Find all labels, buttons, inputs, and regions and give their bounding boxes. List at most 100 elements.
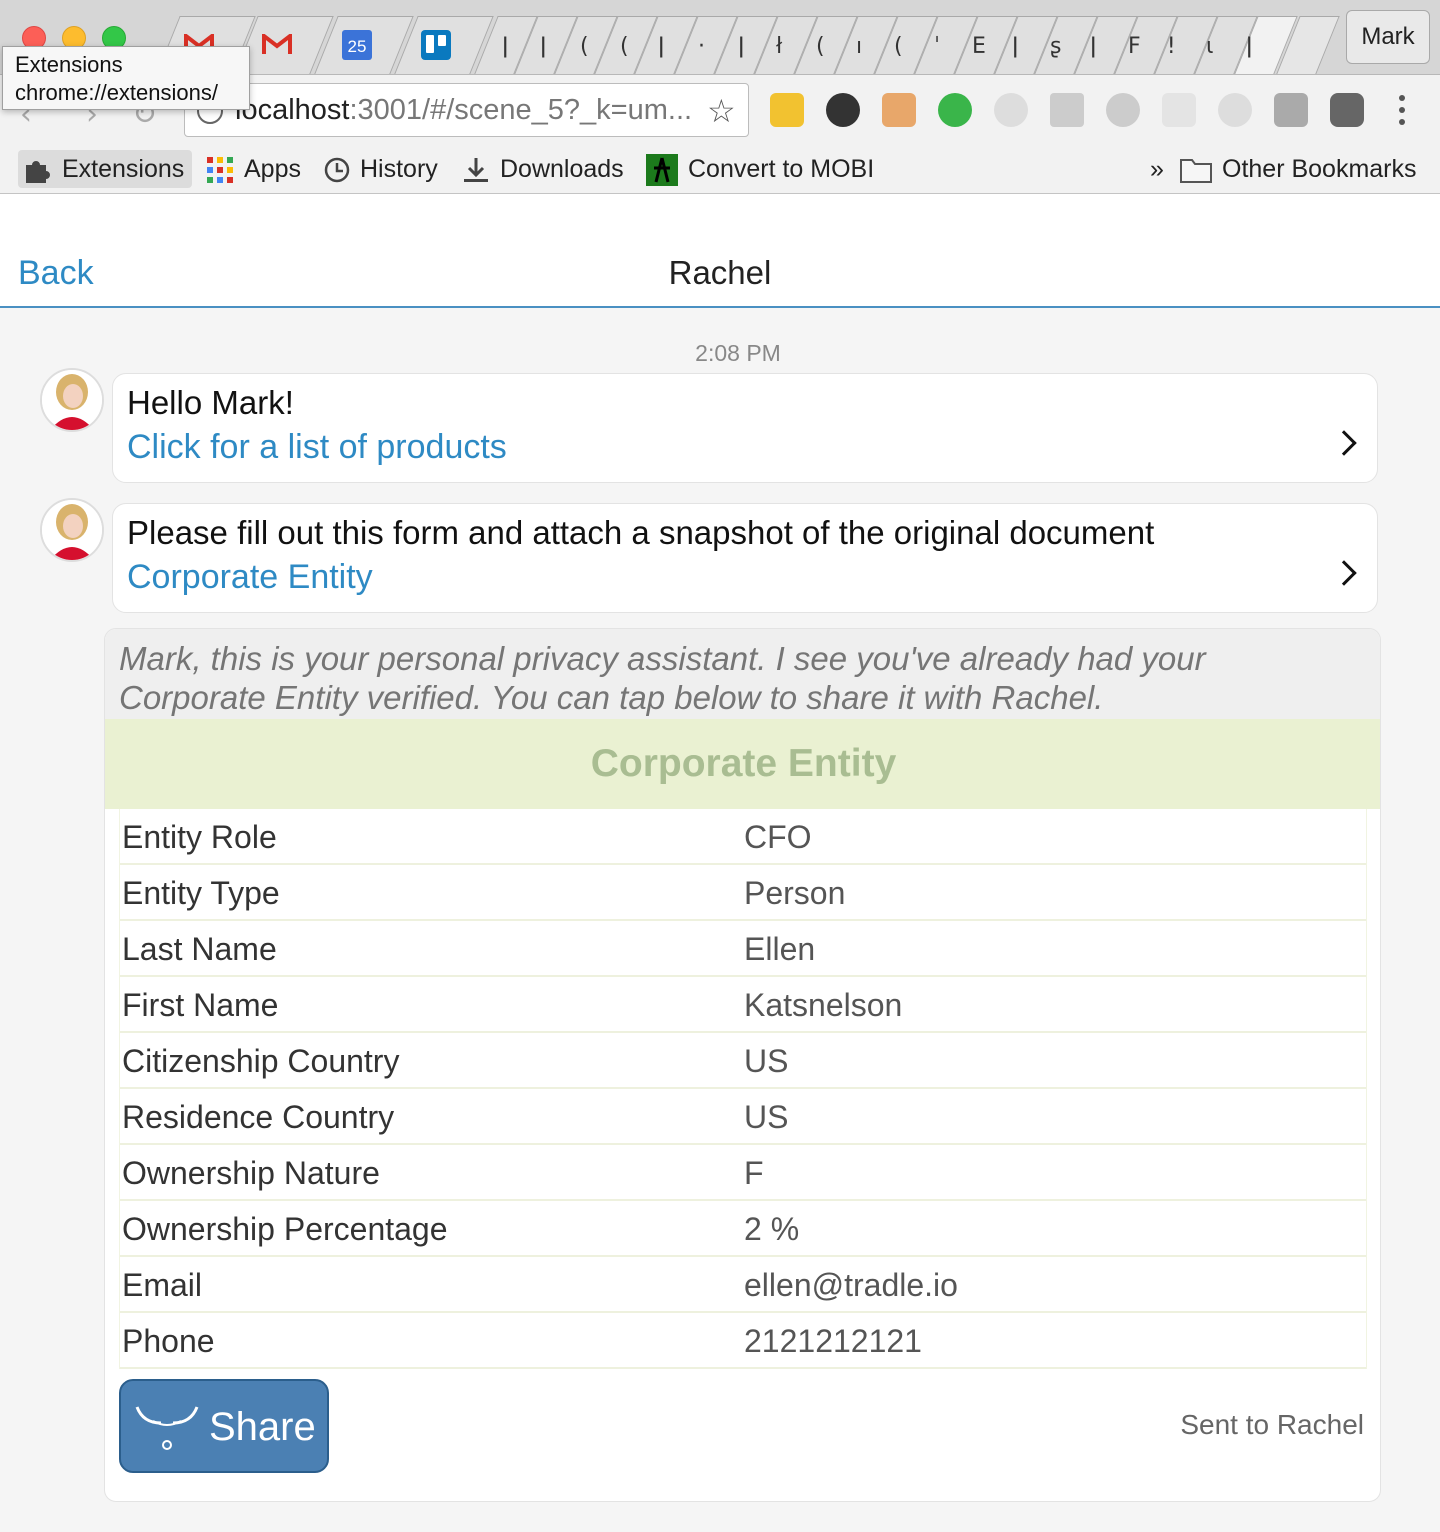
message-bubble[interactable]: Hello Mark! Click for a list of products [112, 373, 1378, 483]
bookmark-label: Other Bookmarks [1222, 155, 1417, 183]
verification-title: Corporate Entity [105, 719, 1380, 809]
chevron-right-icon[interactable] [1331, 430, 1357, 456]
lastpass-icon[interactable] [770, 93, 804, 127]
app-header: Back Rachel [0, 194, 1440, 308]
tab-favicon-icon: ǀ [502, 34, 509, 59]
tab-favicon-icon: ı [856, 34, 863, 59]
property-value: 2 % [744, 1211, 800, 1247]
corporate-entity-form-link[interactable]: Corporate Entity [127, 558, 373, 597]
bookmarks-overflow-button[interactable]: » [1150, 150, 1164, 188]
drop-icon[interactable] [1218, 93, 1252, 127]
property-value: 2121212121 [744, 1323, 922, 1359]
google-drive-icon[interactable] [1050, 93, 1084, 127]
mobi-icon [646, 154, 678, 187]
table-row: Residence Country US [120, 1089, 1366, 1145]
bookmark-extensions[interactable]: Extensions [18, 150, 193, 188]
table-row: Phone 2121212121 [120, 1313, 1366, 1369]
message-text: Please fill out this form and attach a s… [127, 514, 1155, 551]
apps-grid-icon [207, 157, 233, 184]
tab-favicon-icon: ǀ [540, 34, 547, 59]
calendar-icon: 25 [342, 30, 372, 60]
share-button[interactable]: Share [119, 1379, 329, 1473]
bookmark-other-bookmarks[interactable]: Other Bookmarks [1180, 150, 1417, 188]
tab-favicon-icon: ˈ [934, 34, 941, 59]
bookmark-convert-to-mobi[interactable]: Convert to MOBI [646, 150, 874, 188]
avatar[interactable] [40, 498, 104, 562]
bookmark-label: Extensions [62, 155, 185, 183]
sent-status: Sent to Rachel [1180, 1409, 1364, 1440]
bookmark-history[interactable]: History [322, 150, 438, 188]
property-value: F [744, 1155, 764, 1191]
property-label: Entity Type [122, 875, 280, 911]
property-value: US [744, 1099, 789, 1135]
property-label: Ownership Nature [122, 1155, 380, 1191]
message-timestamp: 2:08 PM [695, 340, 781, 366]
property-value: Ellen [744, 931, 816, 967]
bookmark-apps[interactable]: Apps [206, 150, 301, 188]
page-title: Rachel [668, 254, 772, 291]
tab-favicon-icon: ɩ [1206, 34, 1214, 59]
assistant-message: Mark, this is your personal privacy assi… [105, 629, 1380, 719]
table-row: Email ellen@tradle.io [120, 1257, 1366, 1313]
table-row: Ownership Nature F [120, 1145, 1366, 1201]
extension-circle-icon[interactable] [1106, 93, 1140, 127]
table-row: Entity Role CFO [120, 809, 1366, 865]
download-icon [464, 158, 488, 183]
bookmark-downloads[interactable]: Downloads [462, 150, 624, 188]
tooltip-title: Extensions [15, 52, 123, 77]
tab-favicon-icon: ( [580, 34, 589, 59]
bookmark-label: Apps [244, 155, 301, 183]
avatar-image [42, 370, 102, 430]
gmail-icon [262, 34, 292, 54]
tab-favicon-icon: ǃ [1168, 34, 1175, 59]
pocket-icon[interactable] [1330, 93, 1364, 127]
ghostery-icon[interactable] [826, 93, 860, 127]
tab-favicon-icon: ( [620, 34, 629, 59]
assistant-text-line: Corporate Entity verified. You can tap b… [119, 679, 1104, 716]
tab-favicon-icon: Ε [972, 34, 986, 59]
avatar[interactable] [40, 368, 104, 432]
tab-favicon-icon: ʂ [1050, 34, 1062, 59]
property-label: Email [122, 1267, 203, 1303]
face-extension-icon[interactable] [882, 93, 916, 127]
calendar-day-label: 25 [347, 37, 367, 56]
tradle-logo-icon [135, 1406, 199, 1450]
assistant-text-line: Mark, this is your personal privacy assi… [119, 640, 1206, 677]
address-path: :3001/#/scene_5?_k=um... [349, 94, 693, 126]
tooltip-url: chrome://extensions/ [15, 80, 218, 105]
message-bubble[interactable]: Please fill out this form and attach a s… [112, 503, 1378, 613]
address-host: localhost [235, 94, 350, 126]
evernote-icon[interactable] [938, 93, 972, 127]
tab-favicon-icon: ( [894, 34, 903, 59]
tab-favicon-icon: ǀ [738, 34, 745, 59]
property-value: US [744, 1043, 789, 1079]
glasses-icon[interactable] [1162, 93, 1196, 127]
shield-extension-icon[interactable] [1274, 93, 1308, 127]
property-label: Residence Country [122, 1099, 395, 1135]
puzzle-icon [26, 161, 50, 184]
tab-favicon-icon: ( [816, 34, 825, 59]
react-devtools-icon[interactable] [994, 93, 1028, 127]
tab-favicon-icon: F [1128, 34, 1141, 59]
profile-button[interactable]: Mark [1346, 10, 1430, 64]
bookmark-label: Downloads [500, 155, 624, 183]
avatar-image [42, 500, 102, 560]
tab-favicon-icon: · [698, 34, 705, 59]
verification-card: Mark, this is your personal privacy assi… [104, 628, 1381, 1502]
share-label: Share [209, 1405, 316, 1449]
property-value: Katsnelson [744, 987, 903, 1023]
products-list-link[interactable]: Click for a list of products [127, 428, 507, 467]
table-row: Citizenship Country US [120, 1033, 1366, 1089]
table-row: Entity Type Person [120, 865, 1366, 921]
chevron-right-icon[interactable] [1331, 560, 1357, 586]
address-text[interactable]: localhost:3001/#/scene_5?_k=um... [235, 94, 692, 127]
bookmark-label: History [360, 155, 438, 183]
tab-favicon-icon: ǀ [1012, 34, 1019, 59]
browser-menu-icon[interactable] [1394, 93, 1410, 127]
bookmark-star-icon[interactable]: ☆ [707, 92, 736, 130]
tab-favicon-icon: ǀ [1090, 34, 1097, 59]
table-row: First Name Katsnelson [120, 977, 1366, 1033]
trello-icon [421, 30, 451, 60]
address-bar[interactable]: localhost:3001/#/scene_5?_k=um... ☆ [184, 83, 749, 137]
tab-favicon-icon: ł [776, 34, 783, 59]
